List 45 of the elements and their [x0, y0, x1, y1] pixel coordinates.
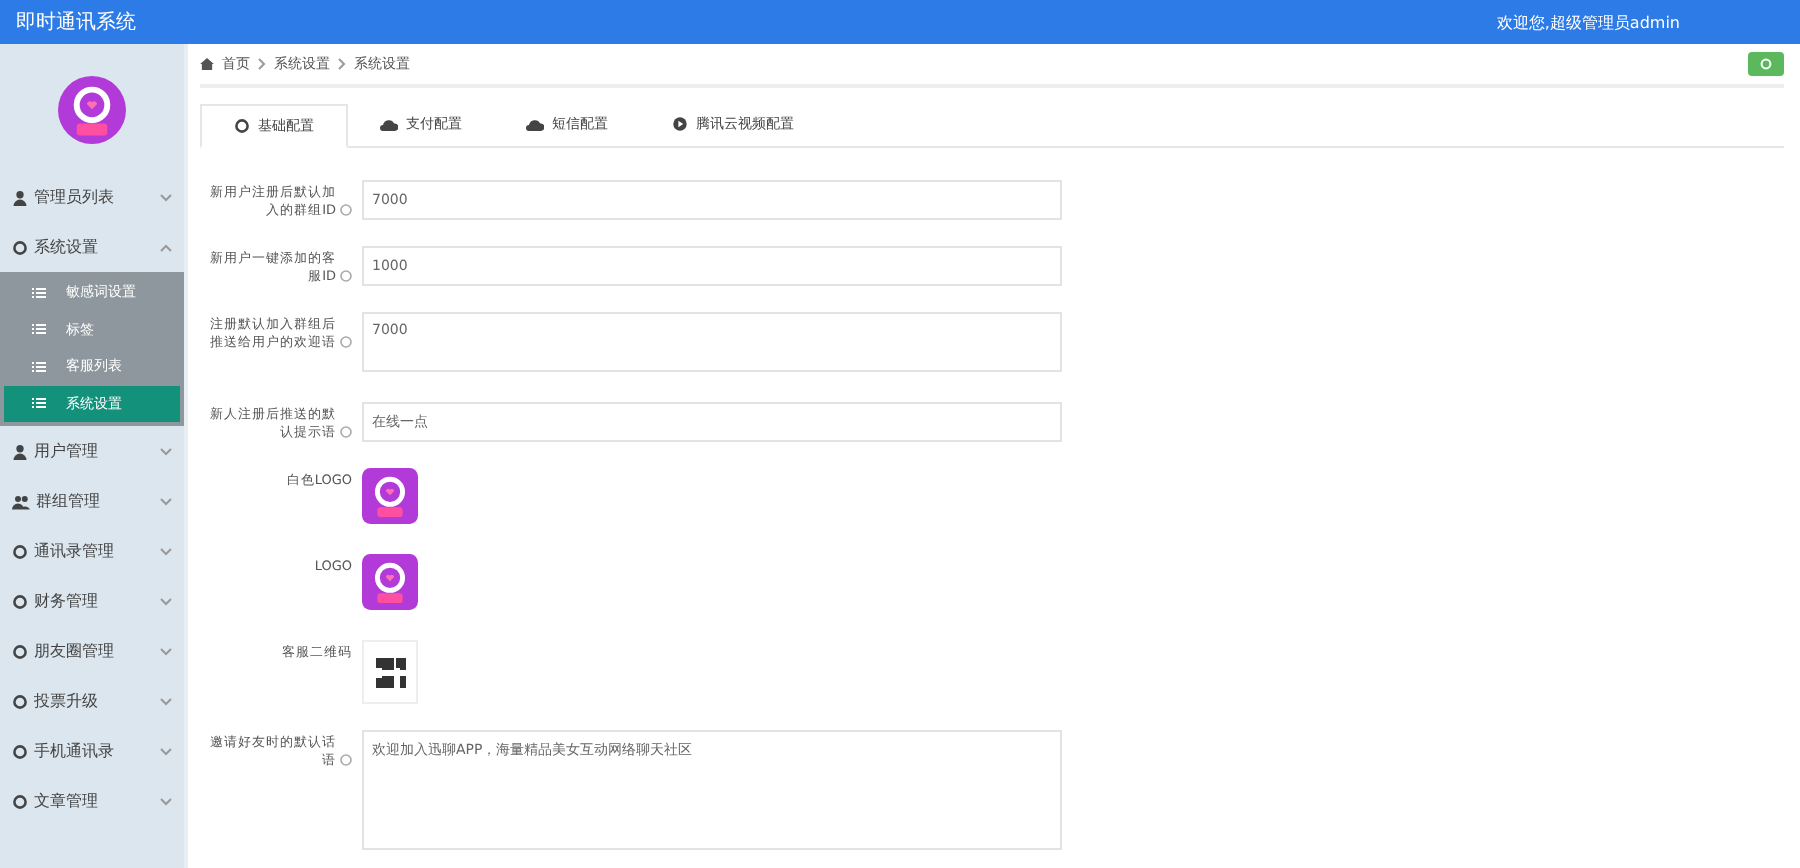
chevron-icon: [338, 58, 346, 70]
help-icon: [340, 426, 352, 438]
chevron-icon: [160, 244, 172, 252]
chevron-icon: [160, 448, 172, 456]
chevron-icon: [160, 798, 172, 806]
logo-image: [362, 554, 418, 610]
chevron-icon: [160, 598, 172, 606]
sidebar-item[interactable]: 用户管理: [0, 426, 184, 476]
chevron-icon: [160, 498, 172, 506]
sidebar-item[interactable]: 文章管理: [0, 776, 184, 826]
list-icon: [32, 398, 46, 409]
user-greeting: 欢迎您,超级管理员admin: [1496, 11, 1680, 33]
sidebar-item[interactable]: 手机通讯录: [0, 726, 184, 776]
chevron-icon: [160, 648, 172, 656]
sidebar-item[interactable]: 群组管理: [0, 476, 184, 526]
logo-image: [362, 468, 418, 524]
video-icon: [672, 116, 688, 132]
app-title: 即时通讯系统: [16, 9, 136, 36]
refresh-button[interactable]: [1748, 52, 1784, 76]
qr-code-icon: [375, 657, 405, 687]
user-icon: [12, 189, 28, 205]
list-icon: [32, 287, 46, 298]
help-icon: [340, 204, 352, 216]
chevron-icon: [160, 748, 172, 756]
users-icon: [12, 493, 30, 509]
sidebar-item[interactable]: 投票升级: [0, 676, 184, 726]
chevron-icon: [160, 698, 172, 706]
list-icon: [32, 324, 46, 335]
sidebar-item[interactable]: 财务管理: [0, 576, 184, 626]
home-icon: [200, 58, 214, 70]
help-icon: [340, 336, 352, 348]
sidebar-item[interactable]: 管理员列表: [0, 172, 184, 222]
help-icon: [340, 270, 352, 282]
chevron-icon: [160, 548, 172, 556]
chevron-icon: [160, 194, 172, 202]
app-logo: [58, 76, 126, 144]
chevron-icon: [258, 58, 266, 70]
sidebar-item[interactable]: 朋友圈管理: [0, 626, 184, 676]
cloud-icon: [526, 117, 544, 131]
help-icon: [340, 754, 352, 766]
cloud-icon: [380, 117, 398, 131]
list-icon: [32, 361, 46, 372]
sidebar-item[interactable]: 通讯录管理: [0, 526, 184, 576]
user-icon: [12, 443, 28, 459]
sidebar-item[interactable]: 系统设置: [0, 222, 184, 272]
